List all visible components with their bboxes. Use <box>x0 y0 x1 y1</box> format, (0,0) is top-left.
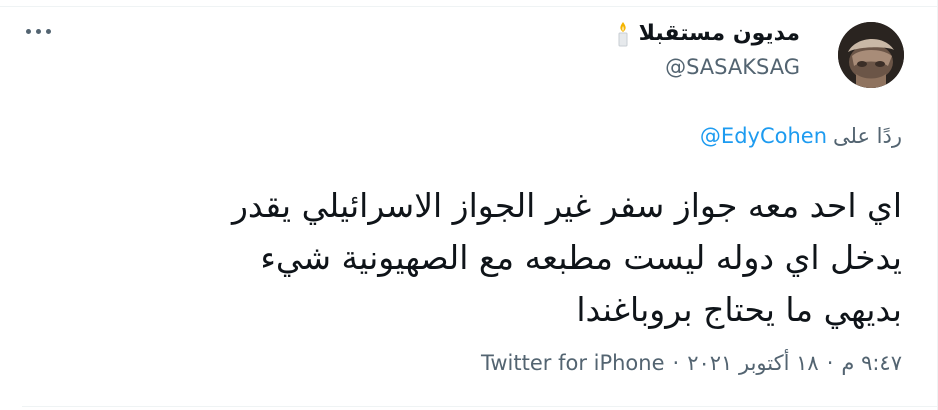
more-dot <box>26 28 31 34</box>
bottom-divider <box>22 406 938 407</box>
tweet-text-line: بديهي ما يحتاج بروباغندا <box>576 290 902 329</box>
meta-separator: · <box>672 351 680 375</box>
author-display-name[interactable]: مديون مستقبلا <box>639 21 800 47</box>
avatar-photo <box>838 22 904 88</box>
tweet-text-line: اي احد معه جواز سفر غير الجواز الاسرائيل… <box>231 186 902 225</box>
tweet-time[interactable]: ٩:٤٧ م <box>841 348 902 378</box>
reply-context: ردًا على @EdyCohen <box>700 122 902 150</box>
avatar[interactable] <box>838 22 904 88</box>
tweet-text: اي احد معه جواز سفر غير الجواز الاسرائيل… <box>82 180 902 336</box>
tweet-source[interactable]: Twitter for iPhone <box>481 348 665 378</box>
tweet-metadata: ٩:٤٧ م · ١٨ أكتوبر ٢٠٢١ · Twitter for iP… <box>481 348 902 378</box>
author-handle[interactable]: @SASAKSAG <box>665 54 800 80</box>
author-name-row[interactable]: مديون مستقبلا <box>615 21 800 47</box>
reply-mention-link[interactable]: @EdyCohen <box>700 122 827 150</box>
reply-prefix: ردًا على <box>833 124 902 148</box>
more-icon[interactable] <box>26 24 51 38</box>
more-dot <box>46 28 51 34</box>
candle-icon <box>615 21 631 47</box>
tweet-card[interactable]: مديون مستقبلا @SASAKSAG ردًا على @EdyCoh… <box>0 0 938 410</box>
tweet-text-line: يدخل اي دوله ليست مطبعه مع الصهيونية شيء <box>260 238 902 277</box>
meta-separator: · <box>826 351 834 375</box>
tweet-date[interactable]: ١٨ أكتوبر ٢٠٢١ <box>687 348 819 378</box>
more-dot <box>36 28 41 34</box>
